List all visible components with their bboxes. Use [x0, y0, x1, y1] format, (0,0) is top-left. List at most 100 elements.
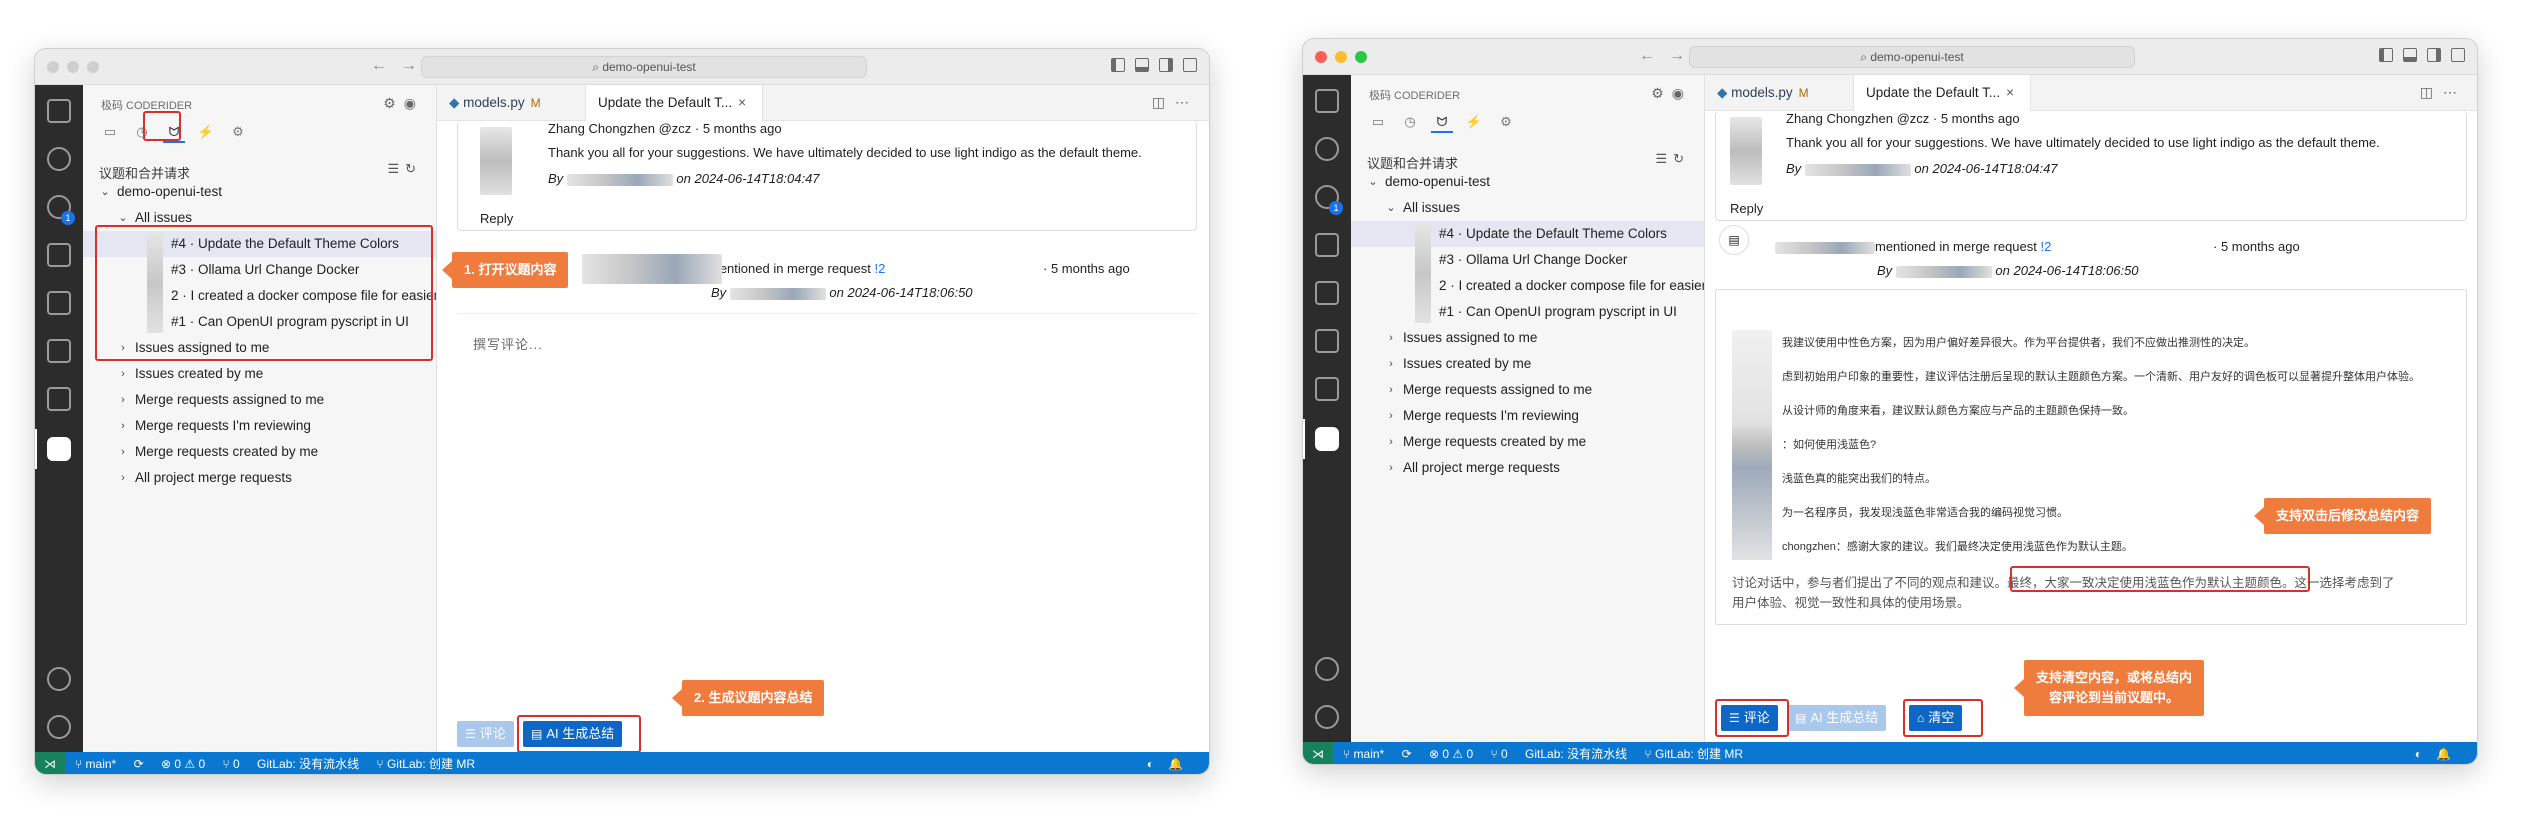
- branch-status[interactable]: ⑂ main* ⟳: [75, 757, 144, 771]
- tab-issue[interactable]: Update the Default T... ×: [585, 85, 763, 121]
- remote-icon[interactable]: ⋊: [35, 752, 65, 774]
- tree-all-issues[interactable]: ⌄ All issues: [1351, 195, 1704, 221]
- tree-issue-2[interactable]: 2 · I created a docker compose file for …: [1351, 273, 1704, 299]
- remote-icon[interactable]: ⋊: [1303, 742, 1333, 764]
- account-icon[interactable]: [47, 667, 71, 691]
- tree-issue-3[interactable]: #3 · Ollama Url Change Docker: [1351, 247, 1704, 273]
- tree-group-mr-created[interactable]: › Merge requests created by me: [1351, 429, 1704, 455]
- tree-issue-1[interactable]: #1 · Can OpenUI program pyscript in UI: [1351, 299, 1704, 325]
- problems-status[interactable]: ⊗ 0 ⚠ 0: [1429, 747, 1473, 761]
- tree-all-issues[interactable]: ⌄ All issues: [83, 205, 436, 231]
- tree-issue-1[interactable]: #1 · Can OpenUI program pyscript in UI: [83, 309, 436, 335]
- toggle-panel-icon[interactable]: [1135, 58, 1149, 72]
- customize-layout-icon[interactable]: [1183, 58, 1197, 72]
- coderider-icon[interactable]: [1315, 427, 1339, 451]
- coderider-icon[interactable]: [47, 437, 71, 461]
- toggle-sidebar-icon[interactable]: [2379, 48, 2393, 62]
- tab-models-py[interactable]: ◆ models.py M: [1705, 75, 1853, 111]
- customize-layout-icon[interactable]: [2451, 48, 2465, 62]
- testing-icon[interactable]: [47, 387, 71, 411]
- ports-status[interactable]: ⑂ 0: [1490, 747, 1507, 761]
- remote-explorer-icon[interactable]: [1315, 329, 1339, 353]
- problems-status[interactable]: ⊗ 0 ⚠ 0: [161, 757, 205, 771]
- tree-issue-3[interactable]: #3 · Ollama Url Change Docker: [83, 257, 436, 283]
- tree-issue-4[interactable]: #4 · Update the Default Theme Colors: [1351, 221, 1704, 247]
- extensions-icon[interactable]: [1315, 281, 1339, 305]
- quick-action-icon[interactable]: ⚡: [195, 121, 217, 143]
- tree-group-mr-reviewing[interactable]: › Merge requests I'm reviewing: [83, 413, 436, 439]
- tree-group-all-mr[interactable]: › All project merge requests: [83, 465, 436, 491]
- pipeline-status[interactable]: GitLab: 没有流水线: [257, 757, 359, 771]
- tree-group-mr-assigned[interactable]: › Merge requests assigned to me: [83, 387, 436, 413]
- pipeline-status[interactable]: GitLab: 没有流水线: [1525, 747, 1627, 761]
- comment-button[interactable]: ☰ 评论: [1721, 705, 1778, 731]
- sidebar-actions[interactable]: ⚙◉: [383, 95, 424, 112]
- reply-link[interactable]: Reply: [1730, 201, 1763, 216]
- tree-group-assigned[interactable]: › Issues assigned to me: [83, 335, 436, 361]
- settings-gear-icon[interactable]: [1315, 705, 1339, 729]
- tree-project[interactable]: ⌄ demo-openui-test: [83, 179, 436, 205]
- settings-icon[interactable]: ⚙: [1495, 111, 1517, 133]
- editor-actions[interactable]: ◫⋯: [2420, 84, 2467, 101]
- tree-group-mr-assigned[interactable]: › Merge requests assigned to me: [1351, 377, 1704, 403]
- create-mr-status[interactable]: ⑂ GitLab: 创建 MR: [376, 757, 489, 771]
- layout-controls[interactable]: [1111, 58, 1197, 72]
- summary-textarea[interactable]: 我建议使用中性色方案，因为用户偏好差异很大。作为平台提供者，我们不应做出推测性的…: [1715, 289, 2467, 625]
- close-icon[interactable]: ×: [2006, 85, 2014, 100]
- tree-issue-4[interactable]: #4 · Update the Default Theme Colors: [83, 231, 436, 257]
- reply-link[interactable]: Reply: [480, 211, 513, 226]
- issues-mr-icon[interactable]: ᗢ: [1431, 111, 1453, 133]
- tree-project[interactable]: ⌄ demo-openui-test: [1351, 169, 1704, 195]
- comment-textarea[interactable]: 撰写评论...: [457, 313, 1197, 713]
- search-icon[interactable]: [1315, 137, 1339, 161]
- toggle-panel-icon[interactable]: [2403, 48, 2417, 62]
- chat-icon[interactable]: ▭: [1367, 111, 1389, 133]
- explorer-icon[interactable]: [1315, 89, 1339, 113]
- section-actions[interactable]: ☰↻: [1655, 151, 1690, 167]
- command-center[interactable]: ⌕ demo-openui-test: [421, 56, 867, 78]
- run-debug-icon[interactable]: [47, 243, 71, 267]
- testing-icon[interactable]: [1315, 377, 1339, 401]
- chat-icon[interactable]: ▭: [99, 121, 121, 143]
- tree-group-mr-reviewing[interactable]: › Merge requests I'm reviewing: [1351, 403, 1704, 429]
- branch-status[interactable]: ⑂ main* ⟳: [1343, 747, 1412, 761]
- command-center[interactable]: ⌕ demo-openui-test: [1689, 46, 2135, 68]
- create-mr-status[interactable]: ⑂ GitLab: 创建 MR: [1644, 747, 1757, 761]
- toggle-secondary-sidebar-icon[interactable]: [2427, 48, 2441, 62]
- extensions-icon[interactable]: [47, 291, 71, 315]
- run-debug-icon[interactable]: [1315, 233, 1339, 257]
- comment-button[interactable]: ☰ 评论: [457, 721, 514, 747]
- account-icon[interactable]: [1315, 657, 1339, 681]
- status-right-icons[interactable]: ◐🔔: [2415, 742, 2465, 764]
- section-actions[interactable]: ☰↻: [387, 161, 422, 177]
- tree-group-assigned[interactable]: › Issues assigned to me: [1351, 325, 1704, 351]
- tree-group-mr-created[interactable]: › Merge requests created by me: [83, 439, 436, 465]
- clear-button[interactable]: ⌂ 清空: [1909, 705, 1963, 731]
- history-icon[interactable]: ◷: [131, 121, 153, 143]
- tab-issue[interactable]: Update the Default T... ×: [1853, 75, 2031, 111]
- tree-group-created[interactable]: › Issues created by me: [83, 361, 436, 387]
- history-icon[interactable]: ◷: [1399, 111, 1421, 133]
- window-controls[interactable]: [47, 61, 99, 73]
- tree-group-all-mr[interactable]: › All project merge requests: [1351, 455, 1704, 481]
- settings-icon[interactable]: ⚙: [227, 121, 249, 143]
- toggle-sidebar-icon[interactable]: [1111, 58, 1125, 72]
- window-controls[interactable]: [1315, 51, 1367, 63]
- toggle-secondary-sidebar-icon[interactable]: [1159, 58, 1173, 72]
- ports-status[interactable]: ⑂ 0: [222, 757, 239, 771]
- tree-group-created[interactable]: › Issues created by me: [1351, 351, 1704, 377]
- issues-mr-icon[interactable]: ᗢ: [163, 121, 185, 143]
- editor-actions[interactable]: ◫⋯: [1152, 94, 1199, 111]
- sidebar-actions[interactable]: ⚙◉: [1651, 85, 1692, 102]
- tab-models-py[interactable]: ◆ models.py M: [437, 85, 585, 121]
- tree-issue-2[interactable]: 2 · I created a docker compose file for …: [83, 283, 436, 309]
- quick-action-icon[interactable]: ⚡: [1463, 111, 1485, 133]
- search-icon[interactable]: [47, 147, 71, 171]
- status-right-icons[interactable]: ◐🔔: [1147, 752, 1197, 774]
- remote-explorer-icon[interactable]: [47, 339, 71, 363]
- ai-summary-button[interactable]: ▤ AI 生成总结: [523, 721, 623, 747]
- ai-summary-button[interactable]: ▤ AI 生成总结: [1787, 705, 1887, 731]
- layout-controls[interactable]: [2379, 48, 2465, 62]
- settings-gear-icon[interactable]: [47, 715, 71, 739]
- explorer-icon[interactable]: [47, 99, 71, 123]
